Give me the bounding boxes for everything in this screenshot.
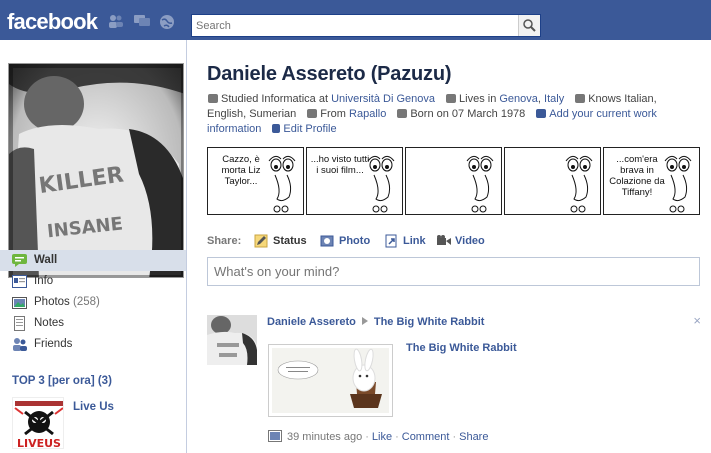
sidebar-item-label: Wall xyxy=(34,254,58,266)
sidebar-item-notes[interactable]: Notes xyxy=(0,313,186,334)
comic-panel[interactable]: ...com'era brava in Colazione da Tiffany… xyxy=(603,147,700,215)
notifications-globe-icon[interactable] xyxy=(159,14,175,29)
sidebar-item-info[interactable]: Info xyxy=(0,271,186,292)
photos-icon xyxy=(12,295,27,310)
status-input[interactable] xyxy=(208,258,699,285)
country-link[interactable]: Italy xyxy=(544,93,564,105)
wall-icon xyxy=(12,253,27,268)
share-link[interactable]: Share xyxy=(459,431,488,443)
live-us-link[interactable]: Live Us xyxy=(73,401,114,413)
share-status-option[interactable]: Status xyxy=(254,234,307,248)
share-link-option[interactable]: Link xyxy=(384,234,426,248)
story-author-link[interactable]: Daniele Assereto xyxy=(267,316,356,328)
notes-icon xyxy=(12,316,27,331)
friends-icon xyxy=(12,337,27,352)
studied-prefix: Studied Informatica at xyxy=(221,93,329,105)
search-button[interactable] xyxy=(518,15,540,36)
arrow-right-icon xyxy=(361,317,368,325)
birthday-text: Born on 07 March 1978 xyxy=(410,108,526,120)
comic-panel[interactable] xyxy=(504,147,601,215)
share-bar: Share: Status Photo Link Video xyxy=(207,234,701,252)
profile-picture[interactable]: KILLER INSANE xyxy=(8,63,184,278)
rabbit-image[interactable] xyxy=(272,348,389,413)
comic-panel-text: ...ho visto tutti i suoi film... xyxy=(310,154,370,176)
share-video-option[interactable]: Video xyxy=(436,234,485,248)
left-column: KILLER INSANE Wall Info Photos (258) Not… xyxy=(0,40,187,453)
sidebar-item-label: Info xyxy=(34,275,54,287)
main-content: Daniele Assereto (Pazuzu) Studied Inform… xyxy=(188,40,711,453)
lives-prefix: Lives in xyxy=(459,93,497,105)
comment-link[interactable]: Comment xyxy=(402,431,450,443)
comic-strip: Cazzo, è morta Liz Taylor... ...ho visto … xyxy=(207,147,701,215)
hometown-icon xyxy=(307,109,318,118)
comic-panel[interactable]: Cazzo, è morta Liz Taylor... xyxy=(207,147,304,215)
story-author-avatar[interactable] xyxy=(207,315,257,365)
feed-story: Daniele Assereto The Big White Rabbit × xyxy=(207,310,701,450)
messages-icon[interactable] xyxy=(134,14,150,28)
info-icon xyxy=(12,274,27,289)
comic-panel-text: ...com'era brava in Colazione da Tiffany… xyxy=(609,154,665,198)
magnifier-icon xyxy=(523,19,536,32)
search-input[interactable] xyxy=(192,15,517,36)
status-composer xyxy=(207,257,700,286)
profile-info: Studied Informatica at Università Di Gen… xyxy=(207,93,657,135)
live-us-thumbnail[interactable]: LIVEUS xyxy=(12,397,64,449)
sidebar-item-friends[interactable]: Friends xyxy=(0,334,186,355)
comic-panel[interactable]: ...ho visto tutti i suoi film... xyxy=(306,147,403,215)
sidebar-item-label: Notes xyxy=(34,317,65,329)
education-icon xyxy=(208,94,218,103)
languages-icon xyxy=(575,94,586,103)
comic-panel-text: Cazzo, è morta Liz Taylor... xyxy=(221,154,261,187)
top-bar: facebook xyxy=(0,0,711,40)
sidebar-item-wall[interactable]: Wall xyxy=(0,250,186,271)
facebook-logo[interactable]: facebook xyxy=(7,9,98,35)
attachment-title-link[interactable]: The Big White Rabbit xyxy=(406,342,517,354)
school-link[interactable]: Università Di Genova xyxy=(331,93,435,105)
story-attachment[interactable] xyxy=(268,344,393,417)
profile-name: Daniele Assereto (Pazuzu) xyxy=(207,63,452,85)
story-footer: 39 minutes ago · Like · Comment · Share xyxy=(268,430,488,443)
live-us-image-text: LIVEUS xyxy=(17,437,61,449)
edit-profile-link[interactable]: Edit Profile xyxy=(283,123,336,135)
photo-icon xyxy=(320,234,334,247)
sidebar-item-photos[interactable]: Photos (258) xyxy=(0,292,186,313)
from-prefix: From xyxy=(320,108,346,120)
share-photo-label: Photo xyxy=(339,235,371,247)
birthday-icon xyxy=(397,109,408,118)
share-label: Share: xyxy=(207,235,242,247)
top3-box-title[interactable]: TOP 3 [per ora] (3) xyxy=(12,375,112,387)
location-icon xyxy=(446,94,457,103)
sidebar-item-label: Photos xyxy=(34,296,70,308)
share-link-label: Link xyxy=(403,235,426,247)
share-photo-option[interactable]: Photo xyxy=(320,234,370,248)
status-icon xyxy=(254,234,268,248)
hometown-link[interactable]: Rapallo xyxy=(349,108,386,120)
search-box xyxy=(191,14,541,37)
share-status-label: Status xyxy=(273,235,307,247)
story-header: Daniele Assereto The Big White Rabbit xyxy=(267,316,484,328)
photos-count: (258) xyxy=(73,296,100,308)
story-time[interactable]: 39 minutes ago xyxy=(287,431,362,443)
city-link[interactable]: Genova xyxy=(499,93,538,105)
sidebar-item-label: Friends xyxy=(34,338,73,350)
share-video-label: Video xyxy=(455,235,485,247)
story-target-link[interactable]: The Big White Rabbit xyxy=(374,316,485,328)
comic-panel[interactable] xyxy=(405,147,502,215)
link-icon xyxy=(384,234,398,248)
pencil-icon xyxy=(272,124,281,133)
work-icon xyxy=(536,109,547,118)
attachment-type-icon xyxy=(268,430,282,442)
friend-requests-icon[interactable] xyxy=(108,14,124,28)
like-link[interactable]: Like xyxy=(372,431,392,443)
video-icon xyxy=(436,234,451,247)
close-icon[interactable]: × xyxy=(693,313,701,328)
